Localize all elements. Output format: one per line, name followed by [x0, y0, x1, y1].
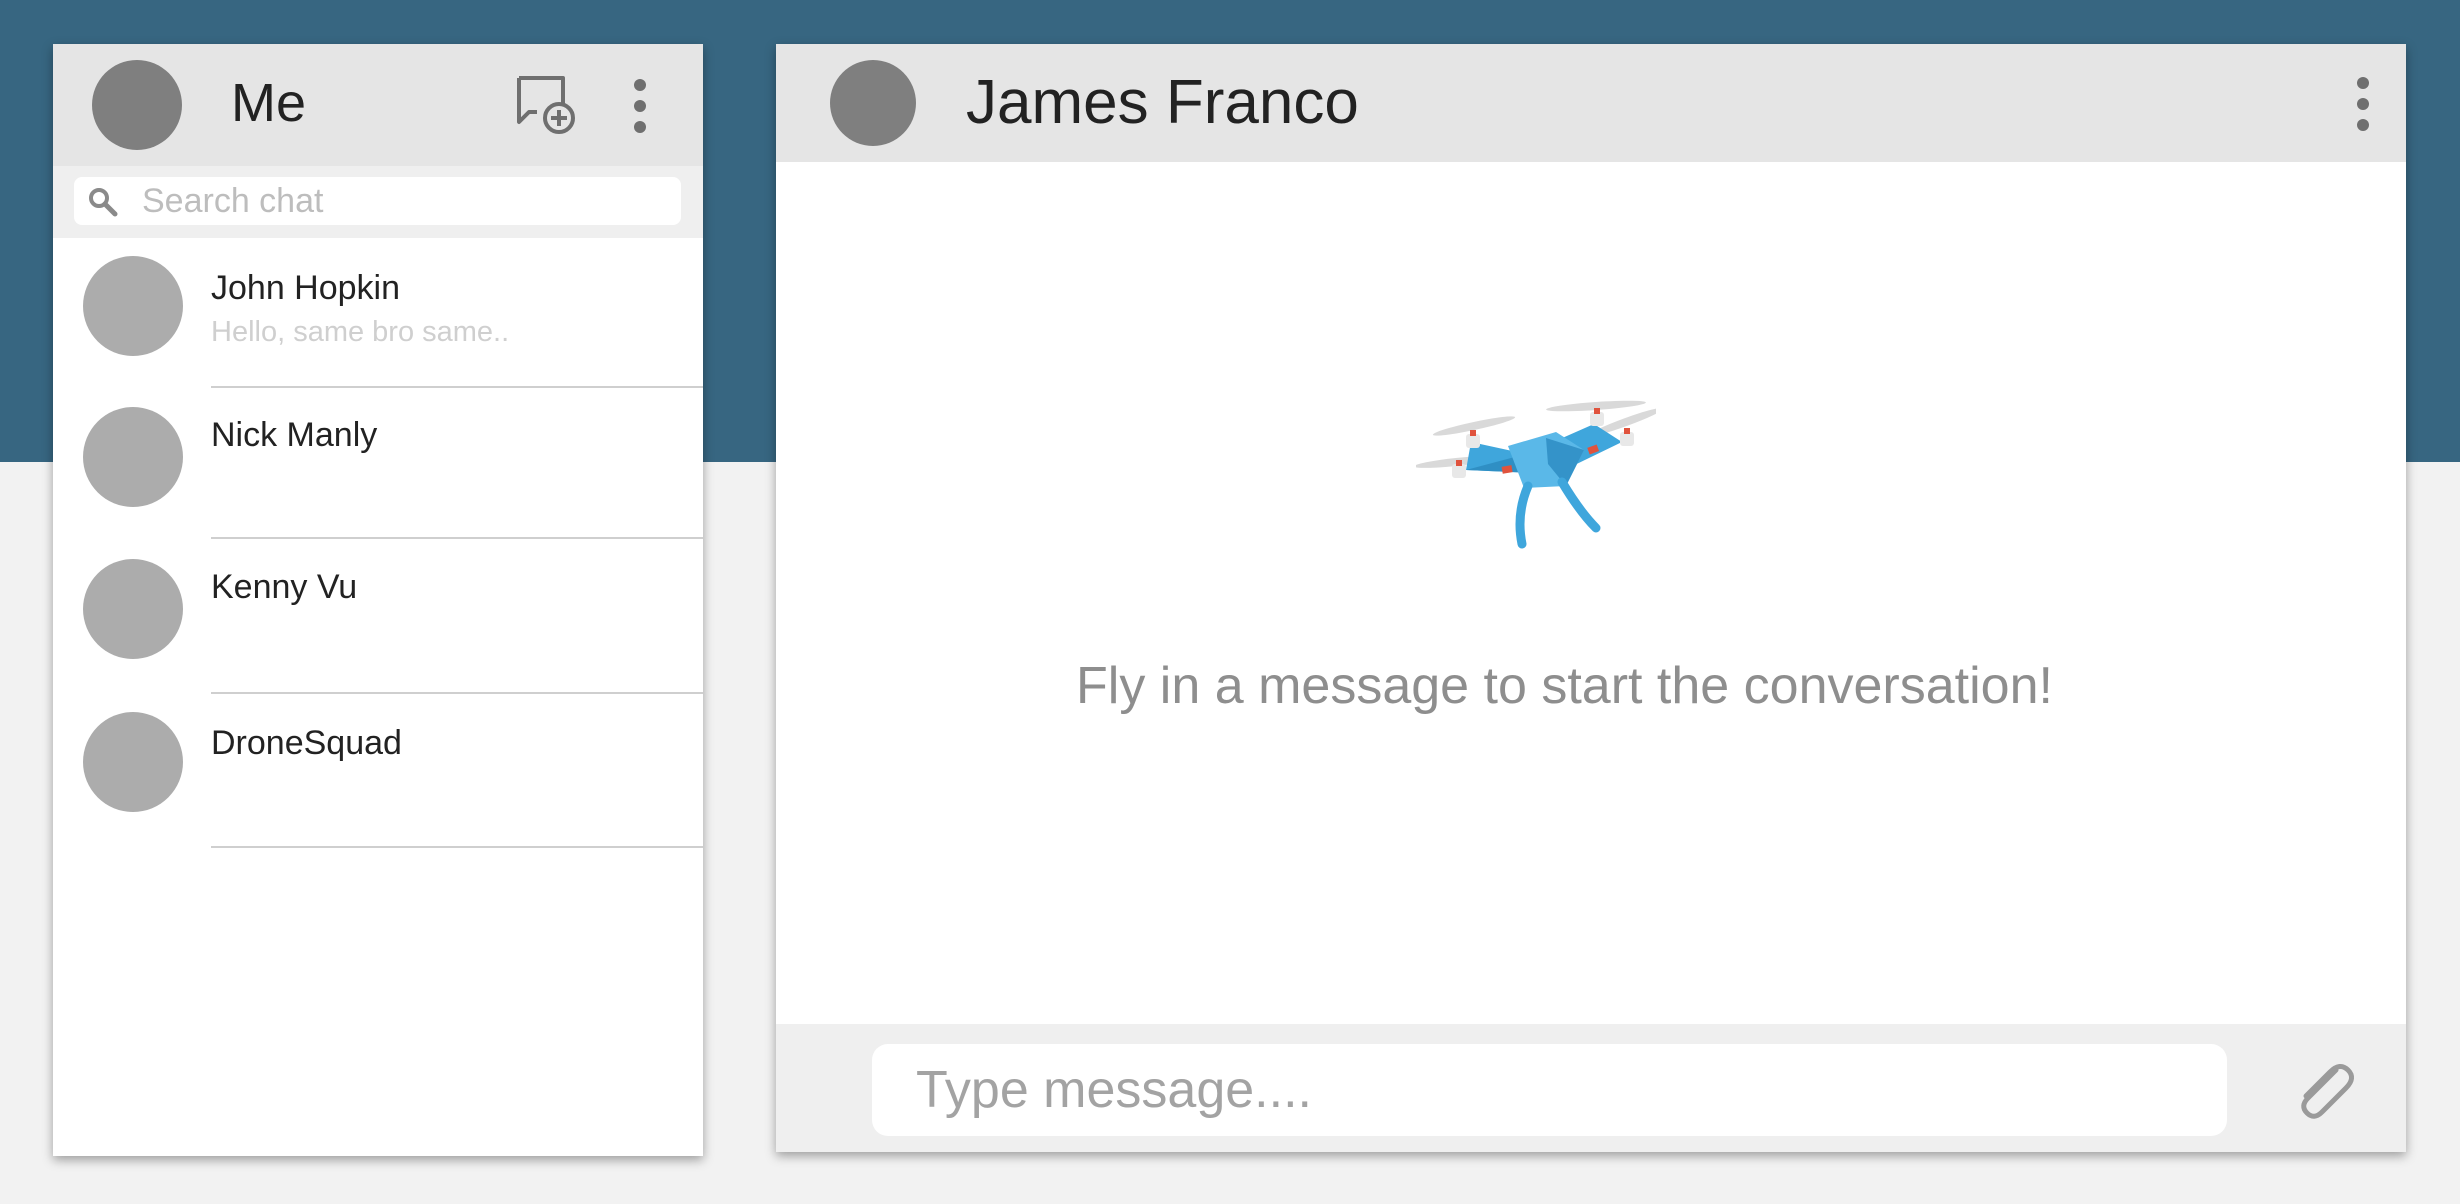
chat-header: James Franco [776, 44, 2406, 162]
search-bar [53, 166, 703, 238]
contact-item[interactable]: Kenny Vu [53, 539, 703, 694]
chat-panel: James Franco Fly in a message to start t… [776, 44, 2406, 1152]
message-composer [776, 1024, 2406, 1152]
peer-name: James Franco [966, 68, 1359, 137]
my-avatar[interactable] [92, 60, 182, 150]
sidebar-menu-button[interactable] [625, 78, 655, 134]
search-box[interactable] [74, 177, 681, 225]
new-chat-button[interactable] [515, 74, 579, 138]
contact-preview: Hello, same bro same.. [211, 316, 510, 348]
sidebar-header: Me [53, 44, 703, 166]
contact-avatar [83, 712, 183, 812]
contact-item[interactable]: DroneSquad [53, 693, 703, 848]
contact-avatar [83, 256, 183, 356]
contact-name: Nick Manly [211, 416, 378, 454]
contact-item[interactable]: John Hopkin Hello, same bro same.. [53, 238, 703, 388]
search-icon [89, 188, 118, 217]
empty-state-illustration [1414, 394, 1664, 554]
sidebar: Me John Hopkin [53, 44, 703, 1156]
message-box[interactable] [872, 1044, 2227, 1136]
peer-avatar[interactable] [830, 60, 916, 146]
contact-name: John Hopkin [211, 269, 401, 307]
contact-item[interactable]: Nick Manly [53, 388, 703, 539]
paperclip-icon [2301, 1064, 2354, 1119]
empty-state-text: Fly in a message to start the conversati… [1076, 657, 2053, 715]
more-vert-icon [634, 79, 646, 133]
attach-button[interactable] [2286, 1054, 2358, 1126]
contact-name: DroneSquad [211, 724, 402, 762]
my-name: Me [231, 73, 307, 133]
more-vert-icon [2357, 77, 2369, 131]
contact-name: Kenny Vu [211, 568, 358, 606]
new-chat-icon [517, 76, 575, 134]
contact-avatar [83, 559, 183, 659]
message-input[interactable] [916, 1044, 2206, 1136]
contact-avatar [83, 407, 183, 507]
search-input[interactable] [142, 177, 662, 225]
chat-menu-button[interactable] [2348, 76, 2378, 132]
drone-icon [1414, 400, 1664, 549]
divider [211, 846, 703, 848]
